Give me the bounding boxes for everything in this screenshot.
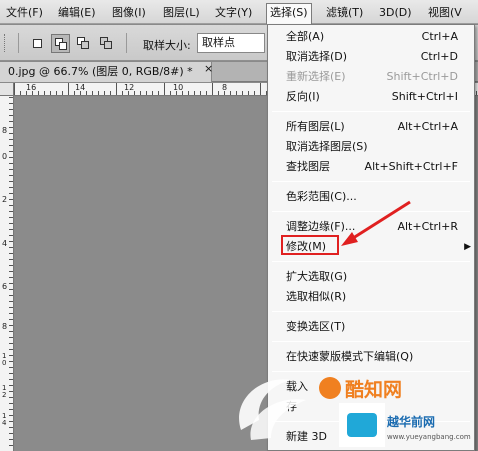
brand-name: 酷知网	[345, 379, 403, 401]
wifi-logo-icon	[339, 403, 385, 447]
swirl-logo-icon	[239, 379, 306, 440]
watermark: 酷知网 越华前网 www.yueyangbang.com	[221, 355, 478, 451]
watermark-url: www.yueyangbang.com	[387, 433, 471, 441]
brand-logo-icon	[319, 377, 341, 399]
brand2-name: 越华前网	[387, 415, 436, 429]
